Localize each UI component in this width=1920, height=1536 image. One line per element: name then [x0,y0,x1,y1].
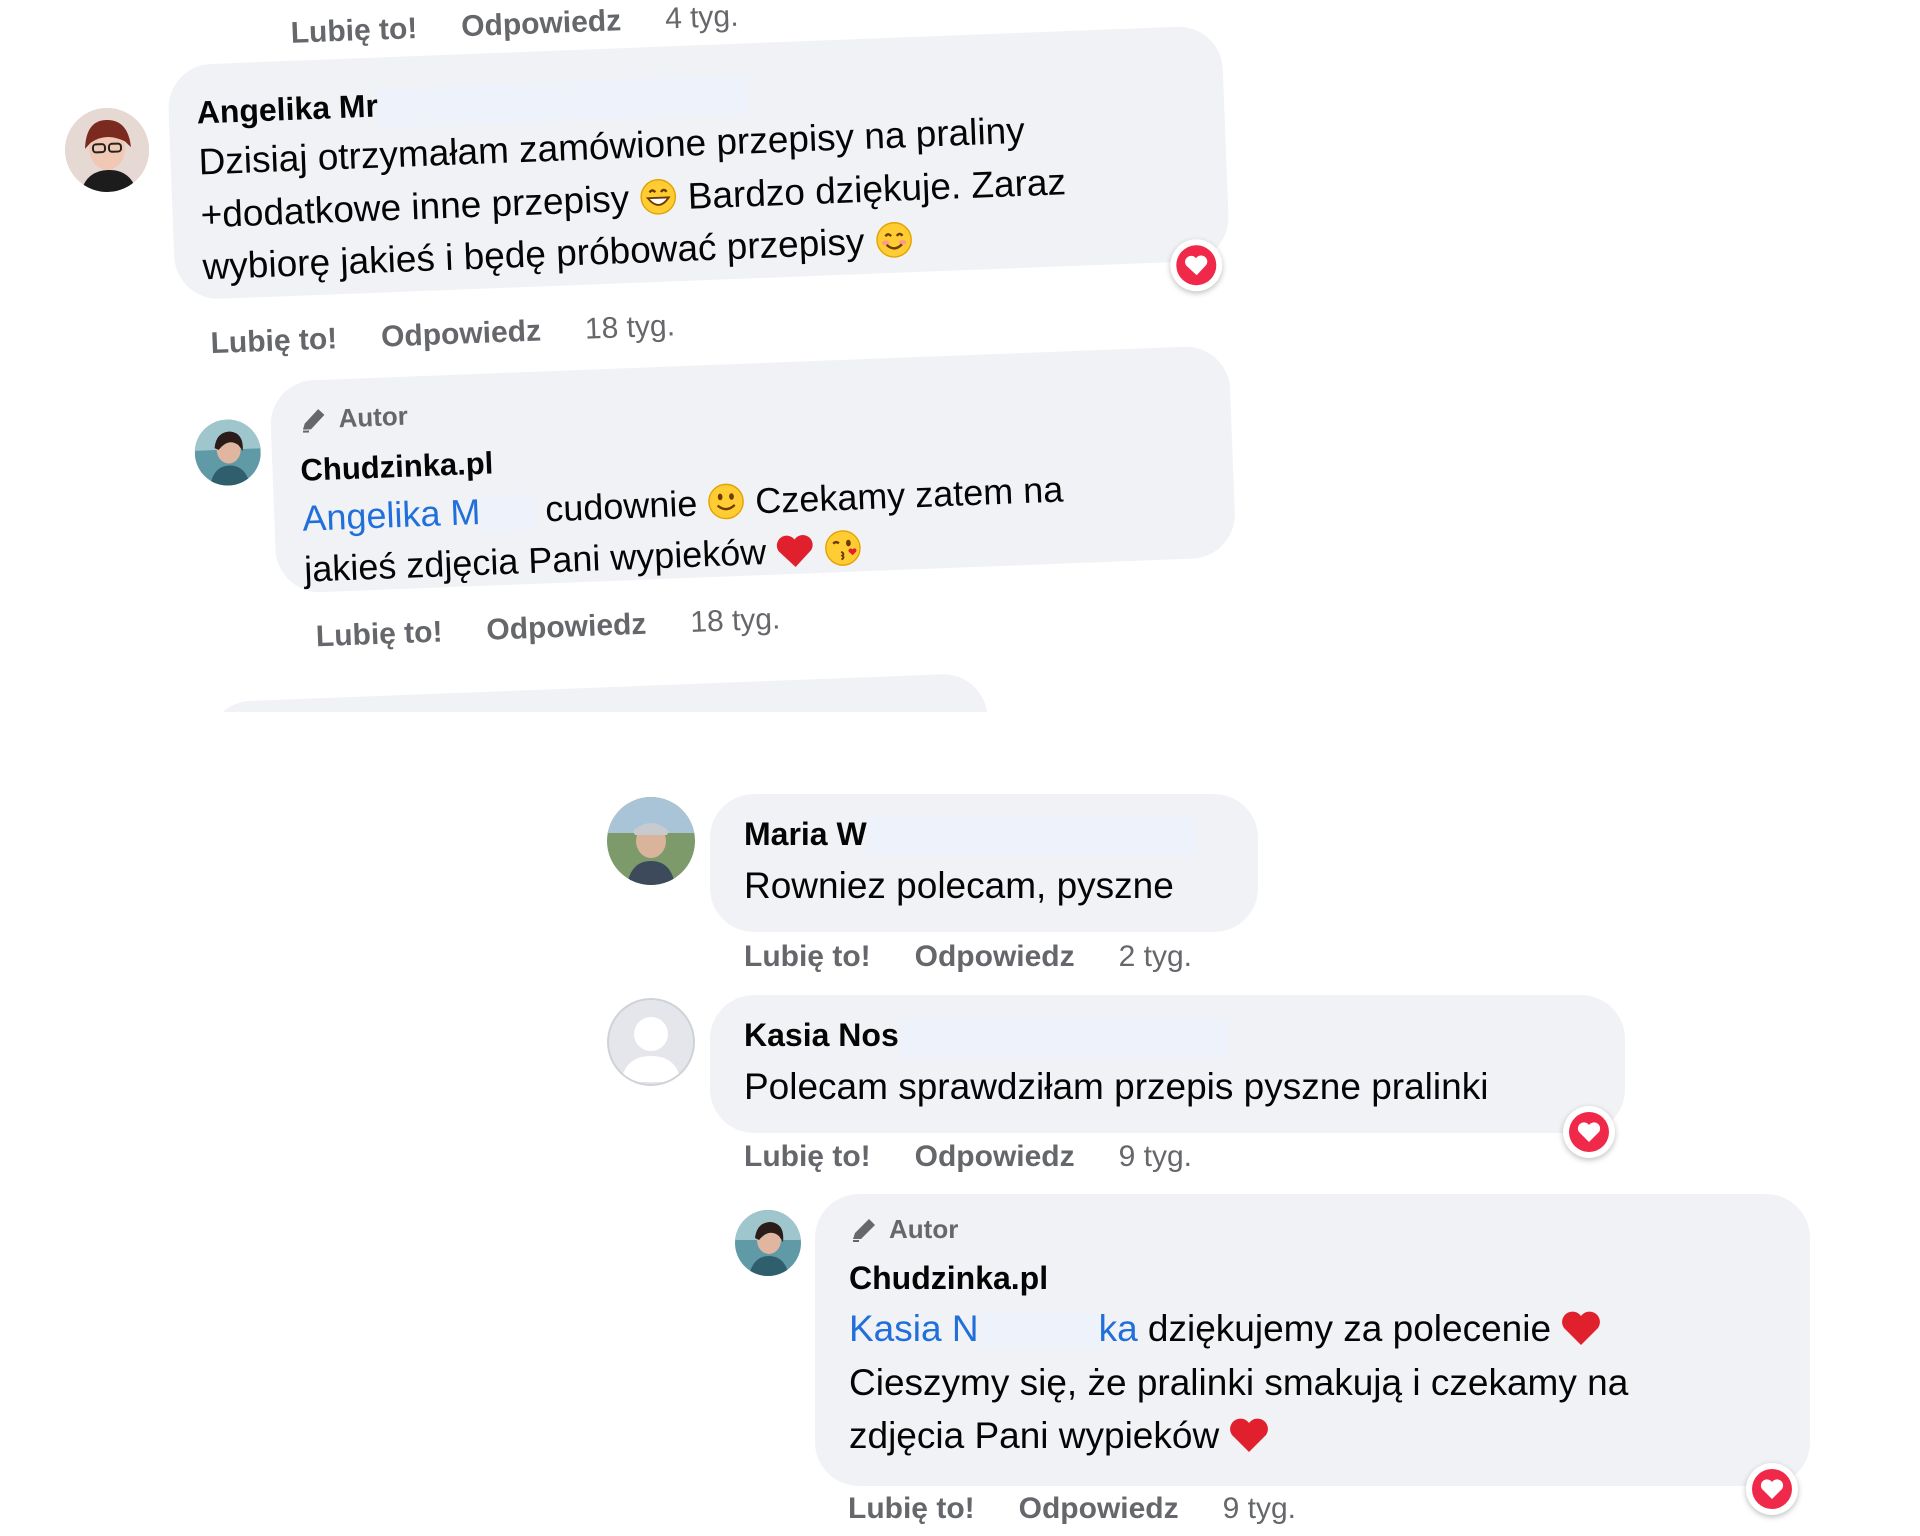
comment-author[interactable]: Maria W [744,816,867,852]
like-button[interactable]: Lubię to! [848,1492,975,1526]
reply-button[interactable]: Odpowiedz [915,940,1075,974]
reply-actions: Lubię to! Odpowiedz 9 tyg. [848,1492,1296,1526]
avatar[interactable] [193,418,263,487]
timestamp: 4 tyg. [664,0,740,36]
comment-fragment: +dodatkowe inne przepisy [199,177,630,235]
comment-actions: Lubię to! Odpowiedz 9 tyg. [744,1140,1192,1174]
pencil-icon [302,408,325,433]
reply-bubble: Autor Chudzinka.pl Angelika M cudownie C… [269,345,1237,594]
previous-comment-actions: Lubię to! Odpowiedz 4 tyg. [290,0,739,51]
redacted-surname [479,494,537,533]
red-heart-icon [1562,1311,1601,1345]
author-badge-label: Autor [337,400,409,434]
red-heart-icon [777,535,813,568]
reply-fragment: cudownie [544,482,699,530]
reply-actions: Lubię to! Odpowiedz 18 tyg. [315,603,781,655]
comment-fragment: Bardzo dziękuje. Zaraz [686,160,1067,217]
reply-line: zdjęcia Pani wypieków [849,1409,1628,1463]
like-button[interactable]: Lubię to! [744,1140,871,1174]
redacted-surname [898,1017,1229,1058]
thread-top-content: Lubię to! Odpowiedz 4 tyg. Angelika Mr D… [0,0,1920,712]
mention-end: ka [1098,1308,1138,1349]
like-button[interactable]: Lubię to! [315,615,443,654]
reply-button[interactable]: Odpowiedz [1019,1492,1179,1526]
reply-bubble: Autor Chudzinka.pl Kasia N ka dziękujemy … [815,1194,1810,1486]
avatar[interactable] [607,998,695,1086]
comment-bubble: Angelika Mr Dzisiaj otrzymałam zamówione… [166,25,1231,301]
like-button[interactable]: Lubię to! [210,322,338,361]
profile-photo-icon [63,106,151,194]
love-icon [1577,1122,1601,1142]
comment-actions: Lubię to! Odpowiedz 18 tyg. [210,309,676,361]
comment-thread-bottom: Maria W Rowniez polecam, pyszne Lubię to… [0,770,1920,1536]
timestamp: 9 tyg. [1118,1140,1193,1173]
slightly-smiling-face-icon [708,483,745,520]
redacted-surname [978,1313,1099,1350]
reply-button[interactable]: Odpowiedz [915,1140,1075,1174]
author-badge: Autor [849,1214,958,1245]
reply-button[interactable]: Odpowiedz [380,314,541,354]
comment-author[interactable]: Angelika Mr [196,88,379,131]
redacted-surname [866,816,1197,857]
reply-author[interactable]: Chudzinka.pl [849,1260,1048,1297]
smiling-face-icon [875,222,912,258]
reply-button[interactable]: Odpowiedz [461,4,622,44]
love-reaction[interactable] [1746,1463,1798,1515]
author-badge-label: Autor [889,1214,959,1244]
comment-thread-top: Lubię to! Odpowiedz 4 tyg. Angelika Mr D… [0,0,1920,712]
grinning-face-icon [640,178,677,215]
author-badge: Autor [298,401,408,436]
reply-author[interactable]: Chudzinka.pl [300,445,494,488]
comment-bubble: Maria W Rowniez polecam, pyszne [710,794,1258,932]
comment-text: Rowniez polecam, pyszne [744,865,1174,906]
love-icon [1760,1479,1784,1499]
avatar[interactable] [735,1210,801,1276]
like-button[interactable]: Lubię to! [290,12,418,51]
comment-text: Dzisiaj otrzymałam zamówione przepisy na… [198,103,1069,294]
love-reaction[interactable] [1169,238,1224,293]
like-button[interactable]: Lubię to! [744,940,871,974]
face-blowing-kiss-icon [825,530,861,566]
mention-link[interactable]: Angelika M [302,491,482,539]
comment-text: Polecam sprawdziłam przepis pyszne prali… [744,1066,1489,1107]
comment-bubble [206,672,991,712]
timestamp: 9 tyg. [1222,1492,1297,1525]
profile-photo-icon [607,797,695,885]
default-profile-icon [607,998,695,1086]
reply-fragment: dziękujemy za polecenie [1147,1308,1552,1349]
avatar[interactable] [607,797,695,885]
pencil-icon [853,1218,875,1242]
avatar[interactable] [63,106,151,194]
reply-line: Kasia N ka dziękujemy za polecenie [849,1302,1628,1356]
mention-link[interactable]: Kasia N ka [849,1308,1138,1350]
reply-line: Cieszymy się, że pralinki smakują i czek… [849,1361,1629,1403]
reply-fragment: Czekamy zatem na [754,468,1064,522]
red-heart-icon [1230,1418,1269,1453]
profile-photo-icon [735,1210,801,1276]
timestamp: 2 tyg. [1118,940,1193,973]
timestamp: 18 tyg. [584,309,676,346]
comment-actions: Lubię to! Odpowiedz 2 tyg. [744,940,1192,974]
reply-button[interactable]: Odpowiedz [486,608,647,648]
reply-fragment: zdjęcia Pani wypieków [849,1415,1220,1457]
profile-photo-icon [193,418,263,487]
mention-start: Kasia N [849,1308,979,1349]
comment-bubble: Kasia Nos Polecam sprawdziłam przepis py… [710,995,1625,1133]
reply-text: Kasia N ka dziękujemy za polecenie Cieszy… [849,1302,1628,1463]
love-reaction[interactable] [1563,1106,1615,1158]
comment-author[interactable]: Kasia Nos [744,1017,899,1053]
timestamp: 18 tyg. [689,602,781,639]
love-icon [1185,255,1208,276]
